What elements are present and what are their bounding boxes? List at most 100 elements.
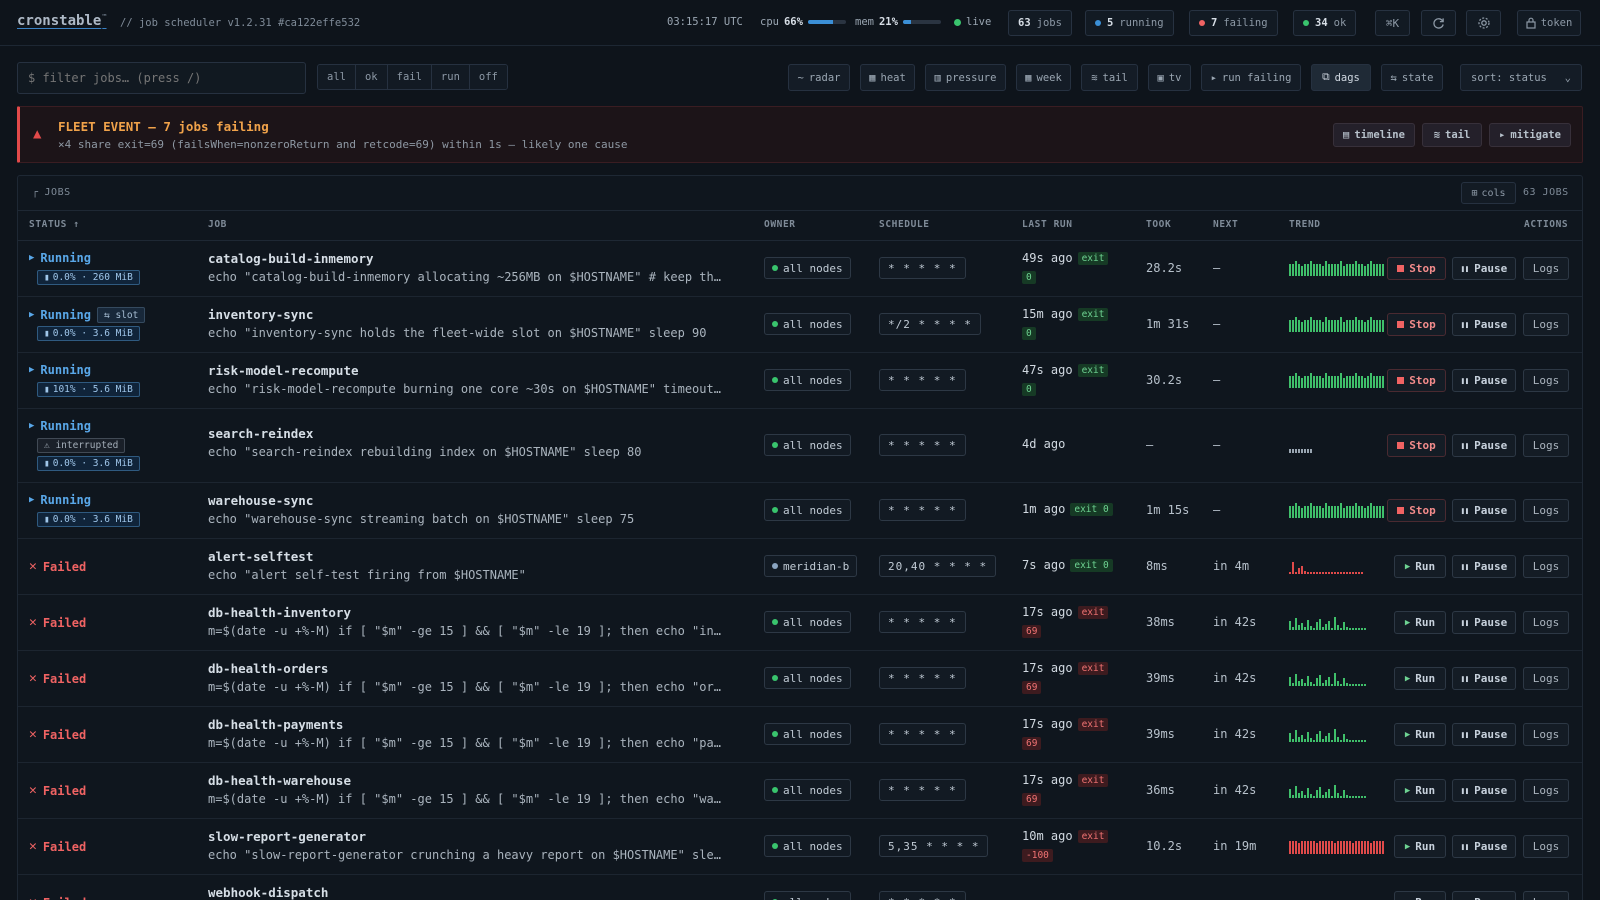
logs-button[interactable]: Logs [1523, 434, 1569, 457]
pause-button[interactable]: ❚❚ Pause [1452, 835, 1516, 858]
pause-button[interactable]: ❚❚ Pause [1452, 779, 1516, 802]
schedule-chip[interactable]: * * * * * [879, 779, 966, 801]
ok-count-pill[interactable]: 34 ok [1293, 10, 1357, 36]
table-row[interactable]: ▶ Running ⚠ interrupted ▮ 0.0% · 3.6 MiB sear… [18, 409, 1582, 483]
schedule-chip[interactable]: 5,35 * * * * [879, 835, 989, 857]
job-name[interactable]: warehouse-sync [208, 493, 313, 508]
header-owner[interactable]: OWNER [764, 219, 796, 230]
table-row[interactable]: ▶ Running ⇆ slot ▮ 0.0% · 3.6 MiB inventory-s… [18, 297, 1582, 353]
stop-button[interactable]: Stop [1387, 499, 1446, 522]
run-button[interactable]: ▶Run [1394, 555, 1446, 578]
alert-tail-button[interactable]: ≋ tail [1422, 123, 1482, 147]
schedule-chip[interactable]: * * * * * [879, 369, 966, 391]
table-row[interactable]: ✕ Failed slow-report-generator echo "slow-r… [18, 819, 1582, 875]
logs-button[interactable]: Logs [1523, 369, 1569, 392]
settings-button[interactable] [1466, 10, 1501, 36]
tail-button[interactable]: ≋ tail [1081, 64, 1138, 91]
table-row[interactable]: ✕ Failed db-health-warehouse m=$(date -u +%… [18, 763, 1582, 819]
expand-caret-icon[interactable]: ▶ [29, 365, 34, 375]
pause-button[interactable]: ❚❚ Pause [1452, 611, 1516, 634]
table-row[interactable]: ✕ Failed db-health-orders m=$(date -u +%-M)… [18, 651, 1582, 707]
owner-chip[interactable]: all nodes [764, 779, 851, 801]
timeline-button[interactable]: ▤ timeline [1333, 123, 1415, 147]
job-name[interactable]: db-health-orders [208, 661, 328, 676]
run-button[interactable]: ▶Run [1394, 891, 1446, 900]
schedule-chip[interactable]: * * * * * [879, 611, 966, 633]
owner-chip[interactable]: all nodes [764, 499, 851, 521]
pause-button[interactable]: ❚❚ Pause [1452, 257, 1516, 280]
columns-button[interactable]: ⊞ cols [1461, 182, 1516, 204]
run-button[interactable]: ▶Run [1394, 835, 1446, 858]
schedule-chip[interactable]: 20,40 * * * * [879, 555, 997, 577]
segment-ok[interactable]: ok [355, 65, 388, 89]
table-row[interactable]: ▶ Running ▮ 0.0% · 260 MiB catalog-build-inm… [18, 241, 1582, 297]
logs-button[interactable]: Logs [1523, 555, 1569, 578]
job-name[interactable]: catalog-build-inmemory [208, 251, 374, 266]
token-button[interactable]: token [1517, 10, 1581, 36]
heat-button[interactable]: ▦ heat [860, 64, 915, 91]
job-name[interactable]: db-health-payments [208, 717, 343, 732]
state-button[interactable]: ⇆ state [1381, 64, 1443, 91]
owner-chip[interactable]: all nodes [764, 313, 851, 335]
header-schedule[interactable]: SCHEDULE [879, 219, 930, 230]
segment-run[interactable]: run [431, 65, 470, 89]
logs-button[interactable]: Logs [1523, 313, 1569, 336]
job-name[interactable]: db-health-inventory [208, 605, 351, 620]
tv-button[interactable]: ▣ tv [1148, 64, 1191, 91]
pause-button[interactable]: ❚❚ Pause [1452, 723, 1516, 746]
schedule-chip[interactable]: * * * * * [879, 723, 966, 745]
run-button[interactable]: ▶Run [1394, 779, 1446, 802]
segment-all[interactable]: all [318, 65, 356, 89]
stop-button[interactable]: Stop [1387, 257, 1446, 280]
run-button[interactable]: ▶Run [1394, 667, 1446, 690]
owner-chip[interactable]: all nodes [764, 667, 851, 689]
header-job[interactable]: JOB [208, 219, 227, 230]
pressure-button[interactable]: ▥ pressure [925, 64, 1006, 91]
logs-button[interactable]: Logs [1523, 891, 1569, 900]
table-row[interactable]: ▶ Running ▮ 101% · 5.6 MiB risk-model-recomp… [18, 353, 1582, 409]
job-name[interactable]: risk-model-recompute [208, 363, 359, 378]
logs-button[interactable]: Logs [1523, 257, 1569, 280]
schedule-chip[interactable]: * * * * * [879, 667, 966, 689]
pause-button[interactable]: ❚❚ Pause [1452, 434, 1516, 457]
table-row[interactable]: ✕ Failed db-health-inventory m=$(date -u +%… [18, 595, 1582, 651]
logs-button[interactable]: Logs [1523, 611, 1569, 634]
pause-button[interactable]: ❚❚ Pause [1452, 499, 1516, 522]
job-name[interactable]: webhook-dispatch [208, 885, 328, 900]
pause-button[interactable]: ❚❚ Pause [1452, 313, 1516, 336]
schedule-chip[interactable]: * * * * * [879, 434, 966, 456]
stop-button[interactable]: Stop [1387, 434, 1446, 457]
run-failing-button[interactable]: ▸ run failing [1201, 64, 1301, 91]
pause-button[interactable]: ❚❚ Pause [1452, 369, 1516, 392]
refresh-button[interactable] [1421, 10, 1456, 36]
pause-button[interactable]: ❚❚ Pause [1452, 667, 1516, 690]
logs-button[interactable]: Logs [1523, 499, 1569, 522]
expand-caret-icon[interactable]: ▶ [29, 253, 34, 263]
owner-chip[interactable]: all nodes [764, 369, 851, 391]
header-took[interactable]: TOOK [1146, 219, 1171, 230]
owner-chip[interactable]: all nodes [764, 835, 851, 857]
radar-button[interactable]: ∼ radar [788, 64, 850, 91]
owner-chip[interactable]: all nodes [764, 723, 851, 745]
owner-chip[interactable]: all nodes [764, 257, 851, 279]
job-name[interactable]: db-health-warehouse [208, 773, 351, 788]
run-button[interactable]: ▶Run [1394, 723, 1446, 746]
expand-caret-icon[interactable]: ▶ [29, 421, 34, 431]
expand-caret-icon[interactable]: ▶ [29, 310, 34, 320]
dags-button[interactable]: ⧉ dags [1311, 64, 1371, 91]
running-count-pill[interactable]: 5 running [1085, 10, 1174, 36]
job-name[interactable]: search-reindex [208, 426, 313, 441]
job-name[interactable]: alert-selftest [208, 549, 313, 564]
schedule-chip[interactable]: * * * * * [879, 891, 966, 900]
schedule-chip[interactable]: */2 * * * * [879, 313, 981, 335]
jobs-count-pill[interactable]: 63 jobs [1008, 10, 1072, 36]
segment-fail[interactable]: fail [387, 65, 432, 89]
sort-select[interactable]: sort: status ⌄ [1460, 64, 1582, 91]
table-row[interactable]: ▶ Running ▮ 0.0% · 3.6 MiB warehouse-sync ech… [18, 483, 1582, 539]
header-status[interactable]: STATUS ↑ [29, 219, 80, 230]
stop-button[interactable]: Stop [1387, 369, 1446, 392]
segment-off[interactable]: off [469, 65, 507, 89]
table-row[interactable]: ✕ Failed db-health-payments m=$(date -u +%-… [18, 707, 1582, 763]
table-row[interactable]: ✕ Failed alert-selftest echo "alert self-te… [18, 539, 1582, 595]
job-name[interactable]: inventory-sync [208, 307, 313, 322]
